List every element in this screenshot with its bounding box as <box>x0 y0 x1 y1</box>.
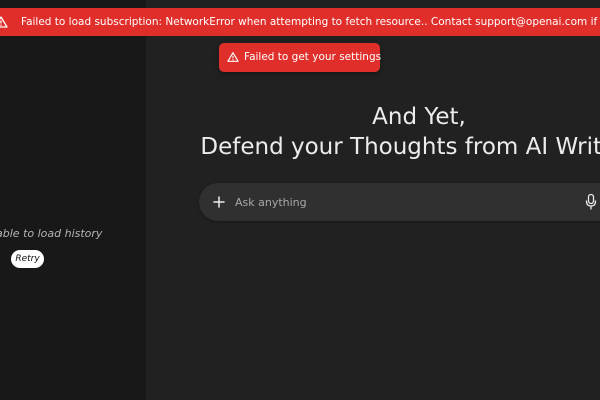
page-heading: And Yet, Defend your Thoughts from AI Wr… <box>146 102 600 162</box>
prompt-input[interactable] <box>235 192 575 212</box>
microphone-icon[interactable] <box>584 193 598 211</box>
settings-error-text: Failed to get your settings <box>244 51 382 63</box>
prompt-composer <box>199 183 600 221</box>
error-banner-text: Failed to load subscription: NetworkErro… <box>21 16 600 28</box>
app-root: Unable to load history Retry Failed to l… <box>0 0 600 400</box>
settings-error-toast: Failed to get your settings <box>219 43 382 72</box>
error-banner: Failed to load subscription: NetworkErro… <box>0 8 600 36</box>
plus-icon[interactable] <box>209 192 229 212</box>
heading-line-2: Defend your Thoughts from AI Writing <box>200 134 600 160</box>
retry-button[interactable]: Retry <box>11 250 44 268</box>
warning-icon <box>227 52 239 62</box>
warning-icon <box>0 16 8 28</box>
history-error-message: Unable to load history <box>0 227 103 240</box>
sidebar: Unable to load history Retry <box>0 0 146 400</box>
heading-line-1: And Yet, <box>372 104 466 130</box>
